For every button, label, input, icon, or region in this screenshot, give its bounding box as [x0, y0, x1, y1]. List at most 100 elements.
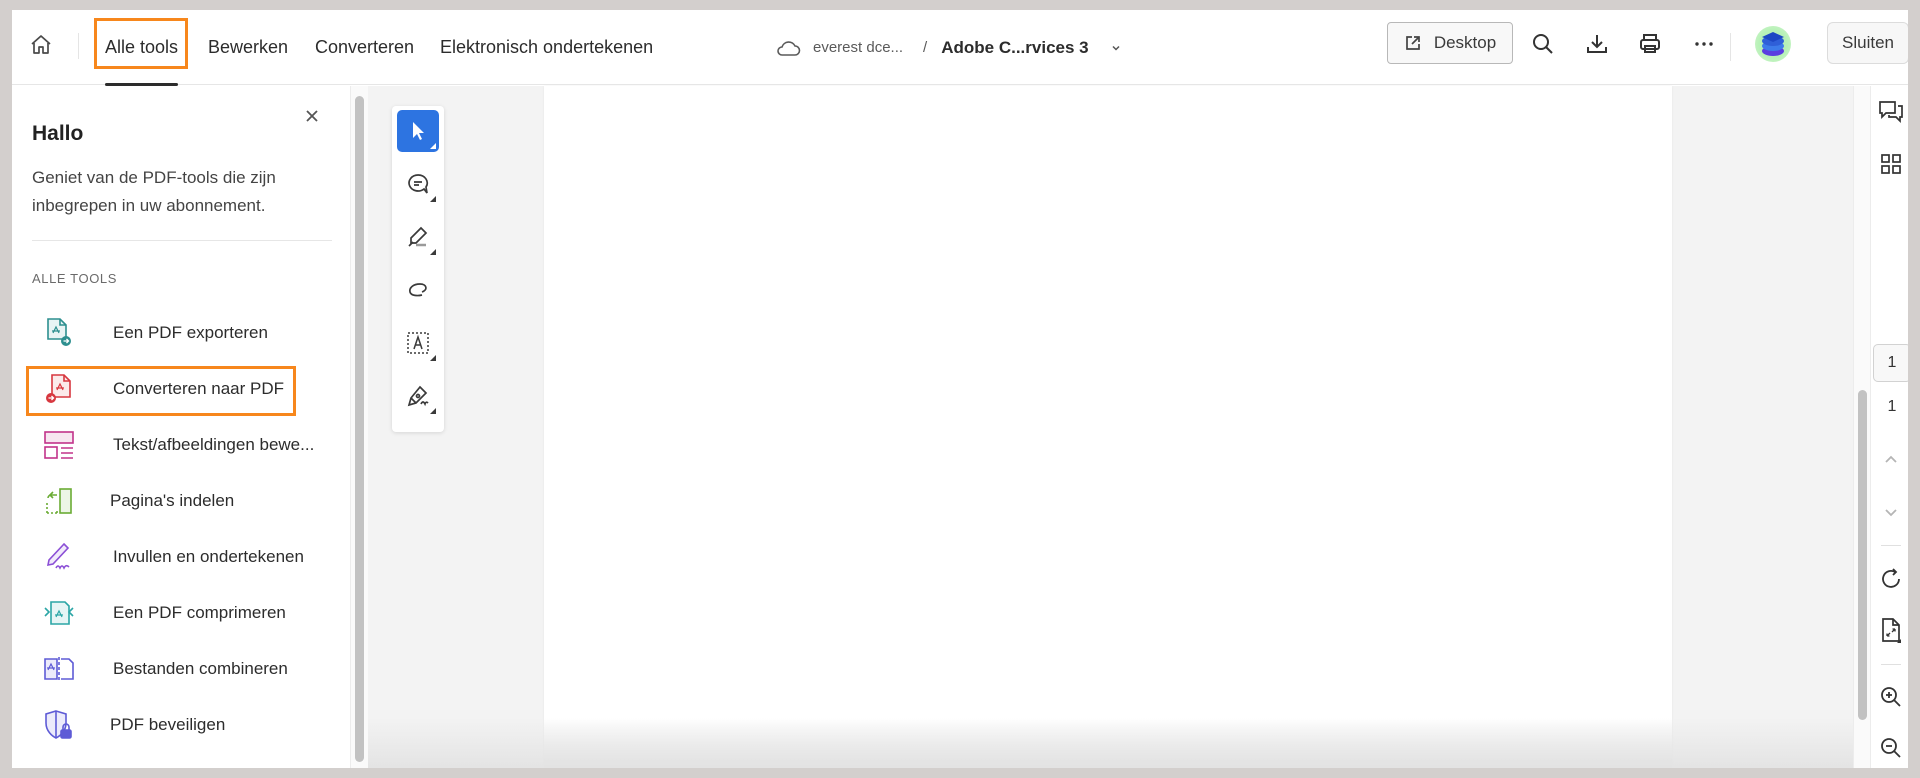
tool-label: Pagina's indelen: [110, 491, 235, 510]
cloud-icon: [777, 40, 801, 56]
highlighter-icon: [408, 226, 428, 247]
next-page-button[interactable]: [1877, 498, 1905, 526]
tool-label: Tekst/afbeeldingen bewe...: [113, 435, 315, 454]
thumbnails-button[interactable]: [1877, 150, 1905, 178]
draw-tool-button[interactable]: [397, 269, 439, 311]
tool-protect-pdf[interactable]: PDF beveiligen: [32, 703, 332, 747]
chevron-down-icon[interactable]: [1109, 41, 1123, 55]
right-rail: 1 1: [1871, 86, 1908, 768]
document-title[interactable]: Adobe C...rvices 3: [941, 38, 1088, 58]
tab-label: Converteren: [315, 37, 415, 57]
tool-label: Bestanden combineren: [113, 659, 288, 678]
tab-label: Alle tools: [105, 37, 179, 57]
rail-divider: [1881, 545, 1901, 546]
tab-elektronisch-ondertekenen[interactable]: Elektronisch ondertekenen: [440, 10, 653, 85]
submenu-indicator: [430, 355, 436, 361]
rotate-button[interactable]: [1877, 565, 1905, 593]
tab-bewerken[interactable]: Bewerken: [208, 10, 288, 85]
sluiten-button[interactable]: Sluiten: [1827, 22, 1908, 64]
panel-scrollbar[interactable]: [350, 86, 368, 768]
tool-label: Invullen en ondertekenen: [113, 547, 304, 566]
tool-label: Converteren naar PDF: [113, 379, 285, 398]
zoom-out-button[interactable]: [1877, 734, 1905, 762]
section-label: ALLE TOOLS: [32, 271, 118, 286]
user-avatar[interactable]: [1755, 26, 1791, 62]
sign-tool-button[interactable]: [397, 375, 439, 417]
breadcrumb-root[interactable]: everest dce...: [813, 39, 903, 56]
home-icon: [31, 35, 51, 54]
fill-sign-icon: [42, 540, 76, 574]
text-box-icon: [407, 332, 429, 354]
zoom-in-icon: [1881, 687, 1901, 707]
tab-converteren[interactable]: Converteren: [315, 10, 414, 85]
zoom-in-button[interactable]: [1877, 683, 1905, 711]
search-icon: [1533, 34, 1553, 54]
grid-icon: [1881, 154, 1901, 174]
rotate-icon: [1882, 568, 1900, 588]
compress-pdf-icon: [42, 596, 76, 630]
print-button[interactable]: [1636, 30, 1664, 58]
fit-page-button[interactable]: [1877, 616, 1905, 644]
rail-divider: [1881, 664, 1901, 665]
submenu-indicator: [430, 143, 436, 149]
layers-logo-icon: [1762, 32, 1784, 56]
tool-fill-sign[interactable]: Invullen en ondertekenen: [32, 535, 332, 579]
chevron-up-icon: [1885, 455, 1897, 463]
highlight-tool-button[interactable]: [397, 216, 439, 258]
close-icon: [306, 110, 318, 122]
tool-organize-pages[interactable]: Pagina's indelen: [32, 479, 332, 523]
document-scrollbar-thumb[interactable]: [1858, 390, 1867, 720]
download-button[interactable]: [1583, 30, 1611, 58]
tab-label: Elektronisch ondertekenen: [440, 37, 654, 57]
panel-description: Geniet van de PDF-tools die zijn inbegre…: [32, 168, 276, 215]
header-divider: [78, 33, 79, 59]
pen-sign-icon: [407, 385, 429, 407]
current-page-input[interactable]: 1: [1873, 344, 1908, 382]
submenu-indicator: [430, 249, 436, 255]
tab-label: Bewerken: [208, 37, 289, 57]
tab-alle-tools[interactable]: Alle tools: [105, 10, 179, 86]
pdf-page[interactable]: [544, 86, 1672, 768]
header-divider: [1730, 33, 1731, 61]
acrobat-app-window: Alle tools Bewerken Converteren Elektron…: [12, 10, 1908, 768]
tool-combine-files[interactable]: Bestanden combineren: [32, 647, 332, 691]
cursor-arrow-icon: [413, 122, 424, 140]
desktop-button-label: Desktop: [1433, 33, 1497, 52]
home-button[interactable]: [26, 30, 56, 60]
document-scrollbar[interactable]: [1853, 86, 1871, 768]
comments-button[interactable]: [1877, 98, 1905, 126]
panel-divider: [32, 240, 332, 241]
text-tool-button[interactable]: [397, 322, 439, 364]
document-canvas: [368, 86, 1853, 768]
close-button-label: Sluiten: [1842, 33, 1894, 52]
select-tool-button[interactable]: [397, 110, 439, 152]
submenu-indicator: [430, 196, 436, 202]
create-pdf-icon: [42, 372, 76, 406]
more-icon: [1695, 42, 1713, 46]
previous-page-button[interactable]: [1877, 446, 1905, 474]
print-icon: [1640, 34, 1660, 53]
tool-compress-pdf[interactable]: Een PDF comprimeren: [32, 591, 332, 635]
search-button[interactable]: [1529, 30, 1557, 58]
tool-create-pdf[interactable]: Converteren naar PDF: [32, 367, 332, 411]
comment-tool-button[interactable]: [397, 163, 439, 205]
freehand-lasso-icon: [409, 283, 427, 297]
export-pdf-icon: [42, 316, 76, 350]
comment-icon: [408, 174, 429, 194]
zoom-out-icon: [1881, 738, 1901, 758]
open-in-desktop-button[interactable]: Desktop: [1387, 22, 1513, 64]
tool-edit-pdf[interactable]: Tekst/afbeeldingen bewe...: [32, 423, 332, 467]
edit-pdf-icon: [42, 428, 76, 462]
all-tools-panel: Hallo Geniet van de PDF-tools die zijn i…: [12, 86, 350, 768]
panel-scrollbar-thumb[interactable]: [355, 96, 364, 762]
quick-tools-toolbar: [392, 106, 444, 432]
tool-label: Een PDF comprimeren: [113, 603, 286, 622]
panel-title: Hallo: [32, 122, 84, 145]
close-panel-button[interactable]: [302, 106, 322, 126]
tool-export-pdf[interactable]: Een PDF exporteren: [32, 311, 332, 355]
breadcrumb-separator: /: [923, 39, 928, 56]
more-options-button[interactable]: [1690, 30, 1718, 58]
tool-label: Een PDF exporteren: [113, 323, 268, 342]
chevron-down-icon: [1885, 509, 1897, 517]
fit-page-icon: [1882, 618, 1901, 643]
